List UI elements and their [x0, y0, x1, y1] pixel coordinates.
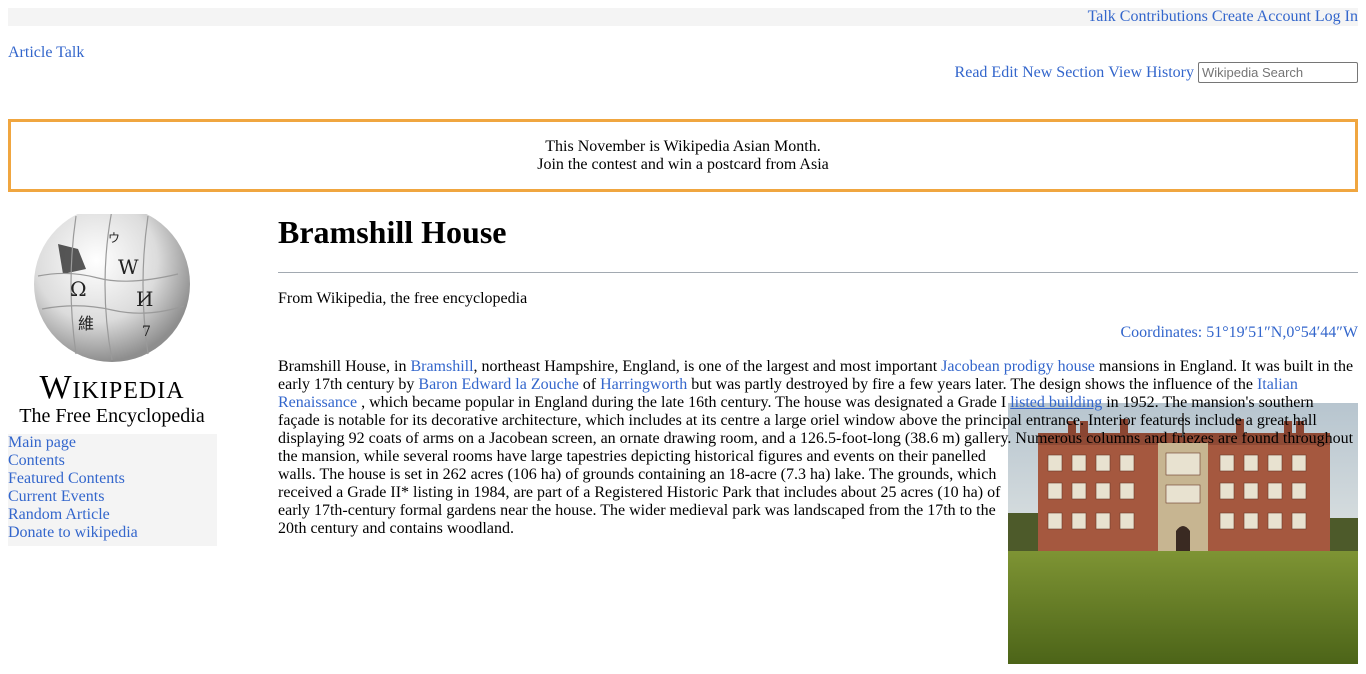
link-harringworth[interactable]: Harringworth	[600, 376, 687, 393]
sidebar-navigation: Main page Contents Featured Contents Cur…	[8, 434, 217, 546]
svg-text:維: 維	[78, 314, 94, 333]
text-run: , northeast Hampshire, England, is one o…	[473, 358, 942, 375]
link-listed-building[interactable]: listed building	[1010, 394, 1102, 411]
svg-text:7: 7	[142, 324, 151, 340]
svg-text:Ω: Ω	[70, 277, 87, 301]
text-run: but was partly destroyed by fire a few y…	[687, 376, 1257, 393]
page-title: Bramshill House	[278, 214, 507, 250]
contributions-link[interactable]: Contributions	[1120, 8, 1208, 25]
tab-new-section[interactable]: New Section	[1022, 64, 1104, 82]
sidebar-item-donate[interactable]: Donate to wikipedia	[8, 524, 217, 542]
site-subtitle: From Wikipedia, the free encyclopedia	[278, 290, 528, 307]
tab-read[interactable]: Read	[955, 64, 988, 82]
banner-line-1: This November is Wikipedia Asian Month.	[545, 138, 821, 155]
svg-text:W: W	[118, 255, 139, 279]
log-in-link[interactable]: Log In	[1315, 8, 1358, 25]
text-run: Bramshill House, in	[278, 358, 411, 375]
article-content: Bramshill House From Wikipedia, the free…	[278, 210, 1358, 664]
sidebar-item-random-article[interactable]: Random Article	[8, 506, 217, 524]
namespace-tabs: Article Talk	[8, 44, 84, 62]
svg-text:ウ: ウ	[108, 231, 120, 245]
text-run: , which became popular in England during…	[357, 394, 1011, 411]
sidebar-item-current-events[interactable]: Current Events	[8, 488, 217, 506]
tab-edit[interactable]: Edit	[991, 64, 1018, 82]
create-account-link[interactable]: Create Account	[1212, 8, 1311, 25]
tab-view-history[interactable]: View History	[1108, 64, 1194, 82]
text-run: of	[578, 376, 601, 393]
title-divider	[278, 272, 1358, 273]
view-tabs: Read Edit New Section View History	[955, 62, 1358, 83]
wikipedia-globe-icon: W Ω И 維 7 ウ Wikipedia The Free Encyclope…	[8, 206, 217, 428]
wikipedia-logo[interactable]: W Ω И 維 7 ウ Wikipedia The Free Encyclope…	[8, 206, 217, 428]
sidebar-item-featured-contents[interactable]: Featured Contents	[8, 470, 217, 488]
link-bramshill[interactable]: Bramshill	[410, 358, 473, 375]
sidebar-item-main-page[interactable]: Main page	[8, 434, 217, 452]
svg-text:И: И	[136, 287, 153, 311]
search-input[interactable]	[1198, 62, 1358, 83]
site-notice-banner: This November is Wikipedia Asian Month. …	[8, 119, 1358, 192]
tab-article[interactable]: Article	[8, 44, 52, 61]
tab-talk[interactable]: Talk	[56, 44, 84, 61]
personal-tools-bar: Talk Contributions Create Account Log In	[8, 8, 1358, 26]
coordinates-link[interactable]: Coordinates: 51°19′51″N,0°54′44″W	[278, 324, 1358, 342]
logo-tagline: The Free Encyclopedia	[19, 405, 205, 427]
link-jacobean-prodigy-house[interactable]: Jacobean prodigy house	[941, 358, 1095, 375]
user-talk-link[interactable]: Talk	[1088, 8, 1116, 25]
sidebar-item-contents[interactable]: Contents	[8, 452, 217, 470]
link-baron-edward-la-zouche[interactable]: Baron Edward la Zouche	[418, 376, 578, 393]
wordmark: Wikipedia	[39, 369, 184, 406]
banner-line-2: Join the contest and win a postcard from…	[537, 156, 829, 173]
article-lead-paragraph: Bramshill House, in Bramshill, northeast…	[278, 358, 1358, 664]
